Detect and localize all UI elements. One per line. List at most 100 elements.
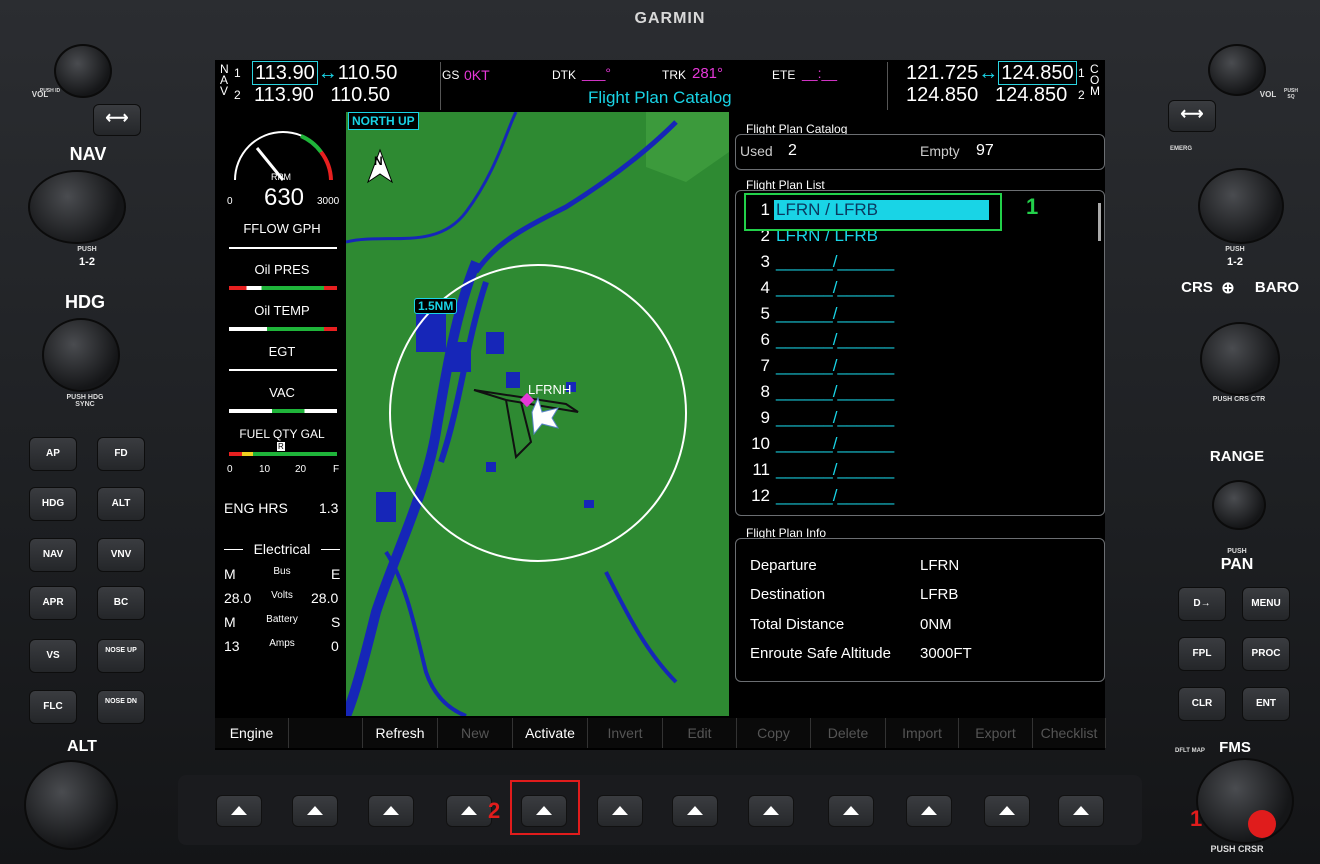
softkey-copy[interactable]: Copy bbox=[737, 718, 811, 748]
amps-left: 13 bbox=[224, 638, 240, 654]
softkey-button-10[interactable] bbox=[906, 795, 952, 827]
plan-row-11[interactable]: 11 ______/______ bbox=[736, 460, 1091, 486]
softkey-blank[interactable] bbox=[289, 718, 363, 748]
softkey-button-11[interactable] bbox=[984, 795, 1030, 827]
vs-button[interactable]: VS bbox=[29, 639, 77, 673]
com-push-label: PUSH bbox=[1225, 246, 1245, 253]
pan-push-label: PUSH bbox=[1227, 548, 1247, 555]
softkey-button-4[interactable] bbox=[446, 795, 492, 827]
departure-label: Departure bbox=[750, 557, 817, 574]
alt-button[interactable]: ALT bbox=[97, 487, 145, 521]
softkey-delete[interactable]: Delete bbox=[811, 718, 886, 748]
vol-knob-left[interactable] bbox=[54, 44, 112, 98]
alt-knob-label: ALT bbox=[67, 738, 97, 755]
softkey-checklist[interactable]: Checklist bbox=[1033, 718, 1106, 748]
nav1-index: 1 bbox=[234, 66, 241, 80]
softkey-button-2[interactable] bbox=[292, 795, 338, 827]
dflt-map-label: DFLT MAP bbox=[1175, 748, 1205, 754]
alt-knob[interactable] bbox=[24, 760, 118, 850]
softkey-button-8[interactable] bbox=[748, 795, 794, 827]
nose-dn-button[interactable]: NOSE DN bbox=[97, 690, 145, 724]
rpm-max: 3000 bbox=[317, 196, 340, 207]
softkey-new[interactable]: New bbox=[438, 718, 513, 748]
ap-button[interactable]: AP bbox=[29, 437, 77, 471]
nav-knob-label: NAV bbox=[69, 144, 107, 164]
bus-label: Bus bbox=[273, 566, 291, 577]
softkey-edit[interactable]: Edit bbox=[663, 718, 737, 748]
softkey-button-7[interactable] bbox=[672, 795, 718, 827]
direct-to-button[interactable]: D→ bbox=[1178, 587, 1226, 621]
softkey-button-6[interactable] bbox=[597, 795, 643, 827]
plan-row-9[interactable]: 9 ______/______ bbox=[736, 408, 1091, 434]
hdg-knob[interactable] bbox=[42, 318, 120, 392]
fflow-bar bbox=[229, 247, 337, 249]
softkey-button-12[interactable] bbox=[1058, 795, 1104, 827]
north-up-label[interactable]: NORTH UP bbox=[348, 112, 419, 130]
map-terrain bbox=[346, 112, 729, 716]
nav-knob[interactable] bbox=[28, 170, 126, 244]
nav-swap-button[interactable]: ⟷ bbox=[93, 104, 141, 136]
range-pan-joystick[interactable] bbox=[1212, 480, 1266, 530]
softkey-activate[interactable]: Activate bbox=[513, 718, 588, 748]
softkey-refresh[interactable]: Refresh bbox=[363, 718, 438, 748]
plan-row-5[interactable]: 5 ______/______ bbox=[736, 304, 1091, 330]
ete-label: ETE bbox=[772, 68, 796, 82]
annotation-step-1-label: 1 bbox=[1026, 194, 1039, 219]
plan-list-panel[interactable]: 1 LFRN / LFRB 2 LFRN / LFRB 3 ______/_____… bbox=[735, 190, 1105, 516]
battery-left: M bbox=[224, 614, 236, 630]
volts-right: 28.0 bbox=[311, 590, 339, 606]
plan-row-7[interactable]: 7 ______/______ bbox=[736, 356, 1091, 382]
annotation-step-1b-label: 1 bbox=[1190, 806, 1203, 831]
plan-row-12[interactable]: 12 ______/______ bbox=[736, 486, 1091, 512]
rpm-min: 0 bbox=[227, 196, 233, 207]
annotation-highlight-box bbox=[744, 193, 1002, 231]
nose-up-button[interactable]: NOSE UP bbox=[97, 639, 145, 673]
fms-knob[interactable] bbox=[1196, 758, 1294, 844]
plan-row-4[interactable]: 4 ______/______ bbox=[736, 278, 1091, 304]
softkey-import[interactable]: Import bbox=[886, 718, 959, 748]
fuel-tick-10: 10 bbox=[259, 464, 271, 475]
plan-row-6[interactable]: 6 ______/______ bbox=[736, 330, 1091, 356]
dtk-label: DTK bbox=[552, 68, 576, 82]
com1-standby-freq[interactable]: 124.850 bbox=[998, 61, 1077, 85]
hdg-button[interactable]: HDG bbox=[29, 487, 77, 521]
page-title: Flight Plan Catalog bbox=[588, 88, 732, 107]
fd-button[interactable]: FD bbox=[97, 437, 145, 471]
ent-button[interactable]: ENT bbox=[1242, 687, 1290, 721]
plan-row-3[interactable]: 3 ______/______ bbox=[736, 252, 1091, 278]
softkey-button-1[interactable] bbox=[216, 795, 262, 827]
trk-value: 281° bbox=[692, 65, 724, 82]
nav-button[interactable]: NAV bbox=[29, 538, 77, 572]
com-swap-icon: ↔ bbox=[978, 62, 999, 84]
oil-pres-bar bbox=[229, 286, 337, 290]
com2-index: 2 bbox=[1078, 88, 1085, 102]
softkey-button-3[interactable] bbox=[368, 795, 414, 827]
proc-button[interactable]: PROC bbox=[1242, 637, 1290, 671]
bus-left: M bbox=[224, 566, 236, 582]
nav1-active-freq[interactable]: 113.90 bbox=[252, 61, 318, 85]
moving-map[interactable]: NORTH UP N 1.5NM LFRNH bbox=[346, 112, 729, 716]
softkey-engine[interactable]: Engine bbox=[215, 718, 289, 748]
crs-label: CRS bbox=[1181, 279, 1213, 296]
softkey-export[interactable]: Export bbox=[959, 718, 1033, 748]
fpl-button[interactable]: FPL bbox=[1178, 637, 1226, 671]
com-knob[interactable] bbox=[1198, 168, 1284, 244]
trk-label: TRK bbox=[662, 68, 686, 82]
plan-row-10[interactable]: 10 ______/______ bbox=[736, 434, 1091, 460]
softkey-invert[interactable]: Invert bbox=[588, 718, 663, 748]
com-swap-button[interactable]: ⟷ bbox=[1168, 100, 1216, 132]
used-value: 2 bbox=[788, 142, 797, 159]
crs-baro-knob[interactable] bbox=[1200, 322, 1280, 396]
menu-button[interactable]: MENU bbox=[1242, 587, 1290, 621]
clr-button[interactable]: CLR bbox=[1178, 687, 1226, 721]
flc-button[interactable]: FLC bbox=[29, 690, 77, 724]
apr-button[interactable]: APR bbox=[29, 586, 77, 620]
softkey-button-9[interactable] bbox=[828, 795, 874, 827]
vol-knob-right[interactable] bbox=[1208, 44, 1266, 96]
vnv-button[interactable]: VNV bbox=[97, 538, 145, 572]
north-indicator-icon: N bbox=[374, 154, 383, 168]
plan-row-8[interactable]: 8 ______/______ bbox=[736, 382, 1091, 408]
bc-button[interactable]: BC bbox=[97, 586, 145, 620]
plan-list-scrollbar[interactable] bbox=[1098, 203, 1101, 241]
crs-push-label: PUSH CRS CTR bbox=[1212, 396, 1266, 403]
